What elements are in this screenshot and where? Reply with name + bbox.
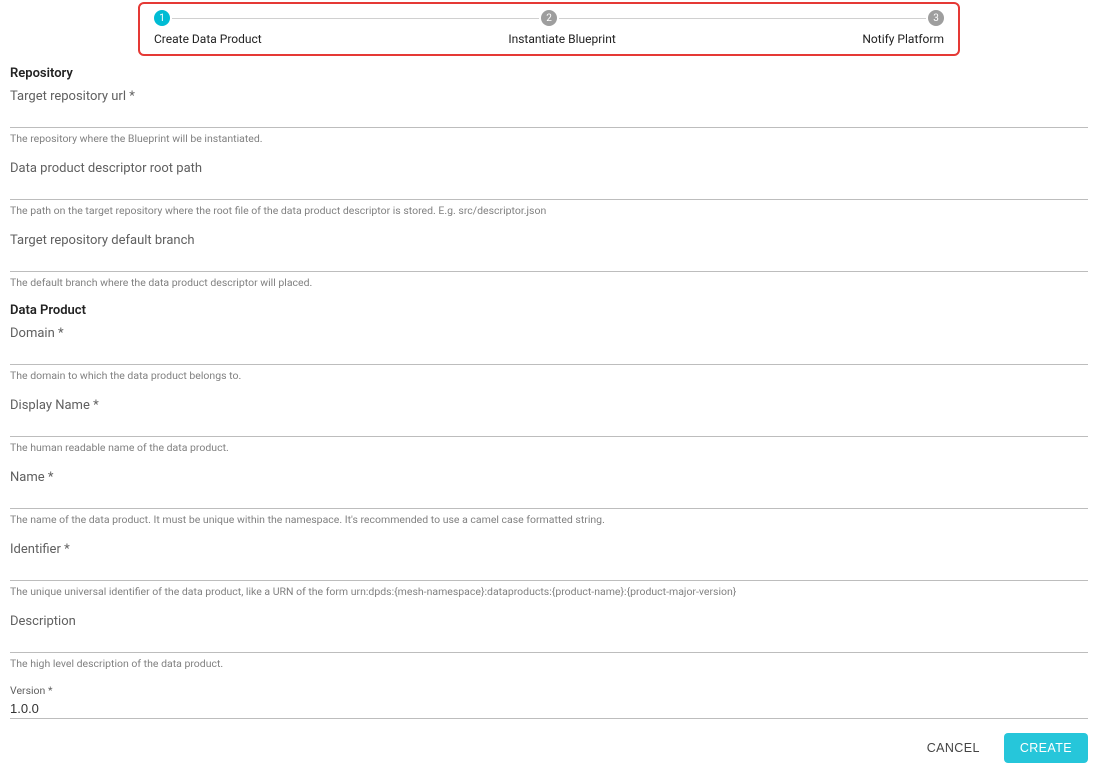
label-identifier: Identifier * <box>10 540 1088 561</box>
label-display-name: Display Name * <box>10 396 1088 417</box>
help-name: The name of the data product. It must be… <box>10 513 1088 526</box>
section-title-data-product: Data Product <box>10 303 1088 318</box>
label-default-branch: Target repository default branch <box>10 231 1088 252</box>
label-version: Version * <box>10 684 1088 697</box>
step-line-1-2 <box>172 18 539 19</box>
step-circle-3: 3 <box>928 10 944 26</box>
field-domain: Domain * The domain to which the data pr… <box>10 324 1088 382</box>
stepper-labels: Create Data Product Instantiate Blueprin… <box>154 32 944 46</box>
step-circle-2: 2 <box>541 10 557 26</box>
help-description: The high level description of the data p… <box>10 657 1088 670</box>
label-target-url: Target repository url * <box>10 87 1088 108</box>
label-description: Description <box>10 612 1088 633</box>
label-domain: Domain * <box>10 324 1088 345</box>
input-version[interactable] <box>10 699 1088 719</box>
input-root-path[interactable] <box>10 180 1088 200</box>
help-target-url: The repository where the Blueprint will … <box>10 132 1088 145</box>
form-buttons: CANCEL CREATE <box>10 733 1088 763</box>
step-label-1: Create Data Product <box>154 32 262 46</box>
label-root-path: Data product descriptor root path <box>10 159 1088 180</box>
input-default-branch[interactable] <box>10 252 1088 272</box>
step-circle-1: 1 <box>154 10 170 26</box>
help-display-name: The human readable name of the data prod… <box>10 441 1088 454</box>
field-identifier: Identifier * The unique universal identi… <box>10 540 1088 598</box>
section-title-repository: Repository <box>10 66 1088 81</box>
field-description: Description The high level description o… <box>10 612 1088 670</box>
input-display-name[interactable] <box>10 417 1088 437</box>
field-target-url: Target repository url * The repository w… <box>10 87 1088 145</box>
help-domain: The domain to which the data product bel… <box>10 369 1088 382</box>
label-name: Name * <box>10 468 1088 489</box>
stepper: 1 2 3 Create Data Product Instantiate Bl… <box>138 2 960 56</box>
field-default-branch: Target repository default branch The def… <box>10 231 1088 289</box>
input-identifier[interactable] <box>10 561 1088 581</box>
field-name: Name * The name of the data product. It … <box>10 468 1088 526</box>
step-label-3: Notify Platform <box>862 32 944 46</box>
step-label-2: Instantiate Blueprint <box>508 32 615 46</box>
cancel-button[interactable]: CANCEL <box>917 733 990 763</box>
input-name[interactable] <box>10 489 1088 509</box>
input-description[interactable] <box>10 633 1088 653</box>
field-display-name: Display Name * The human readable name o… <box>10 396 1088 454</box>
help-default-branch: The default branch where the data produc… <box>10 276 1088 289</box>
help-root-path: The path on the target repository where … <box>10 204 1088 217</box>
input-domain[interactable] <box>10 345 1088 365</box>
field-root-path: Data product descriptor root path The pa… <box>10 159 1088 217</box>
create-button[interactable]: CREATE <box>1004 733 1088 763</box>
field-version: Version * <box>10 684 1088 719</box>
step-line-2-3 <box>559 18 926 19</box>
help-identifier: The unique universal identifier of the d… <box>10 585 1088 598</box>
stepper-circles: 1 2 3 <box>154 10 944 26</box>
input-target-url[interactable] <box>10 108 1088 128</box>
